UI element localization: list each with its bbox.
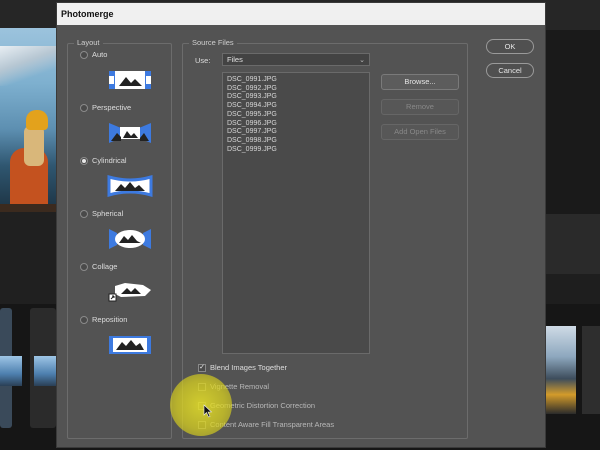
dialog-title: Photomerge	[57, 3, 545, 25]
source-files-group: Source Files Use: Files ⌄ DSC_0991.JPG D…	[182, 38, 468, 439]
spherical-layout-icon[interactable]	[107, 227, 153, 251]
auto-layout-icon[interactable]	[107, 68, 153, 92]
radio-button[interactable]	[80, 50, 88, 59]
radio-label: Cylindrical	[92, 156, 127, 165]
add-open-files-button[interactable]: Add Open Files	[381, 124, 459, 140]
file-item[interactable]: DSC_0993.JPG	[227, 93, 365, 102]
radio-button[interactable]	[80, 262, 88, 271]
reposition-layout-icon[interactable]	[107, 333, 153, 357]
radio-button[interactable]	[80, 315, 88, 324]
cylindrical-layout-icon[interactable]	[107, 174, 153, 198]
filmstrip-thumbnail-image[interactable]	[546, 326, 576, 414]
blend-images-checkbox[interactable]: ✓ Blend Images Together	[198, 363, 287, 372]
collage-layout-icon[interactable]	[107, 280, 153, 304]
perspective-layout-icon[interactable]	[107, 121, 153, 145]
file-item[interactable]: DSC_0996.JPG	[227, 120, 365, 129]
checkbox-checked[interactable]: ✓	[198, 363, 206, 372]
radio-cylindrical[interactable]: Cylindrical	[80, 156, 127, 165]
radio-label: Spherical	[92, 209, 124, 218]
use-label: Use:	[195, 56, 211, 65]
photomerge-dialog: Photomerge Layout Auto Perspective Cylin…	[56, 2, 546, 448]
background-photo	[0, 28, 58, 212]
file-item[interactable]: DSC_0991.JPG	[227, 76, 365, 85]
radio-perspective[interactable]: Perspective	[80, 103, 131, 112]
layout-group-label: Layout	[74, 38, 103, 47]
layout-group: Layout Auto Perspective Cylindrical Sphe…	[67, 38, 172, 439]
radio-label: Perspective	[92, 103, 132, 112]
file-item[interactable]: DSC_0992.JPG	[227, 85, 365, 94]
radio-button[interactable]	[80, 103, 88, 112]
filmstrip-thumbnail-image	[0, 356, 22, 386]
checkbox-label: Blend Images Together	[210, 363, 287, 372]
file-item[interactable]: DSC_0995.JPG	[227, 111, 365, 120]
radio-spherical[interactable]: Spherical	[80, 209, 123, 218]
use-select-value: Files	[227, 55, 243, 64]
cursor-highlight	[170, 374, 232, 436]
chevron-down-icon: ⌄	[359, 57, 365, 64]
remove-button[interactable]: Remove	[381, 99, 459, 115]
file-item[interactable]: DSC_0999.JPG	[227, 146, 365, 155]
checkbox-label: Content Aware Fill Transparent Areas	[210, 420, 335, 429]
source-file-list[interactable]: DSC_0991.JPG DSC_0992.JPG DSC_0993.JPG D…	[222, 72, 370, 354]
filmstrip-thumbnail	[582, 326, 600, 414]
cancel-button[interactable]: Cancel	[486, 63, 534, 78]
use-select[interactable]: Files ⌄	[222, 53, 370, 66]
browse-button[interactable]: Browse...	[381, 74, 459, 90]
radio-label: Reposition	[92, 315, 128, 324]
file-item[interactable]: DSC_0997.JPG	[227, 128, 365, 137]
radio-label: Collage	[92, 262, 118, 271]
file-item[interactable]: DSC_0998.JPG	[227, 137, 365, 146]
radio-collage[interactable]: Collage	[80, 262, 117, 271]
file-item[interactable]: DSC_0994.JPG	[227, 102, 365, 111]
mouse-pointer-icon	[203, 404, 213, 418]
radio-label: Auto	[92, 50, 108, 59]
source-files-label: Source Files	[189, 38, 237, 47]
app-right-mid	[546, 214, 600, 274]
radio-reposition[interactable]: Reposition	[80, 315, 127, 324]
ok-button[interactable]: OK	[486, 39, 534, 54]
app-right-panel	[546, 30, 600, 214]
radio-button-selected[interactable]	[80, 156, 88, 165]
filmstrip-thumbnail-image	[34, 356, 56, 386]
radio-button[interactable]	[80, 209, 88, 218]
radio-auto[interactable]: Auto	[80, 50, 107, 59]
